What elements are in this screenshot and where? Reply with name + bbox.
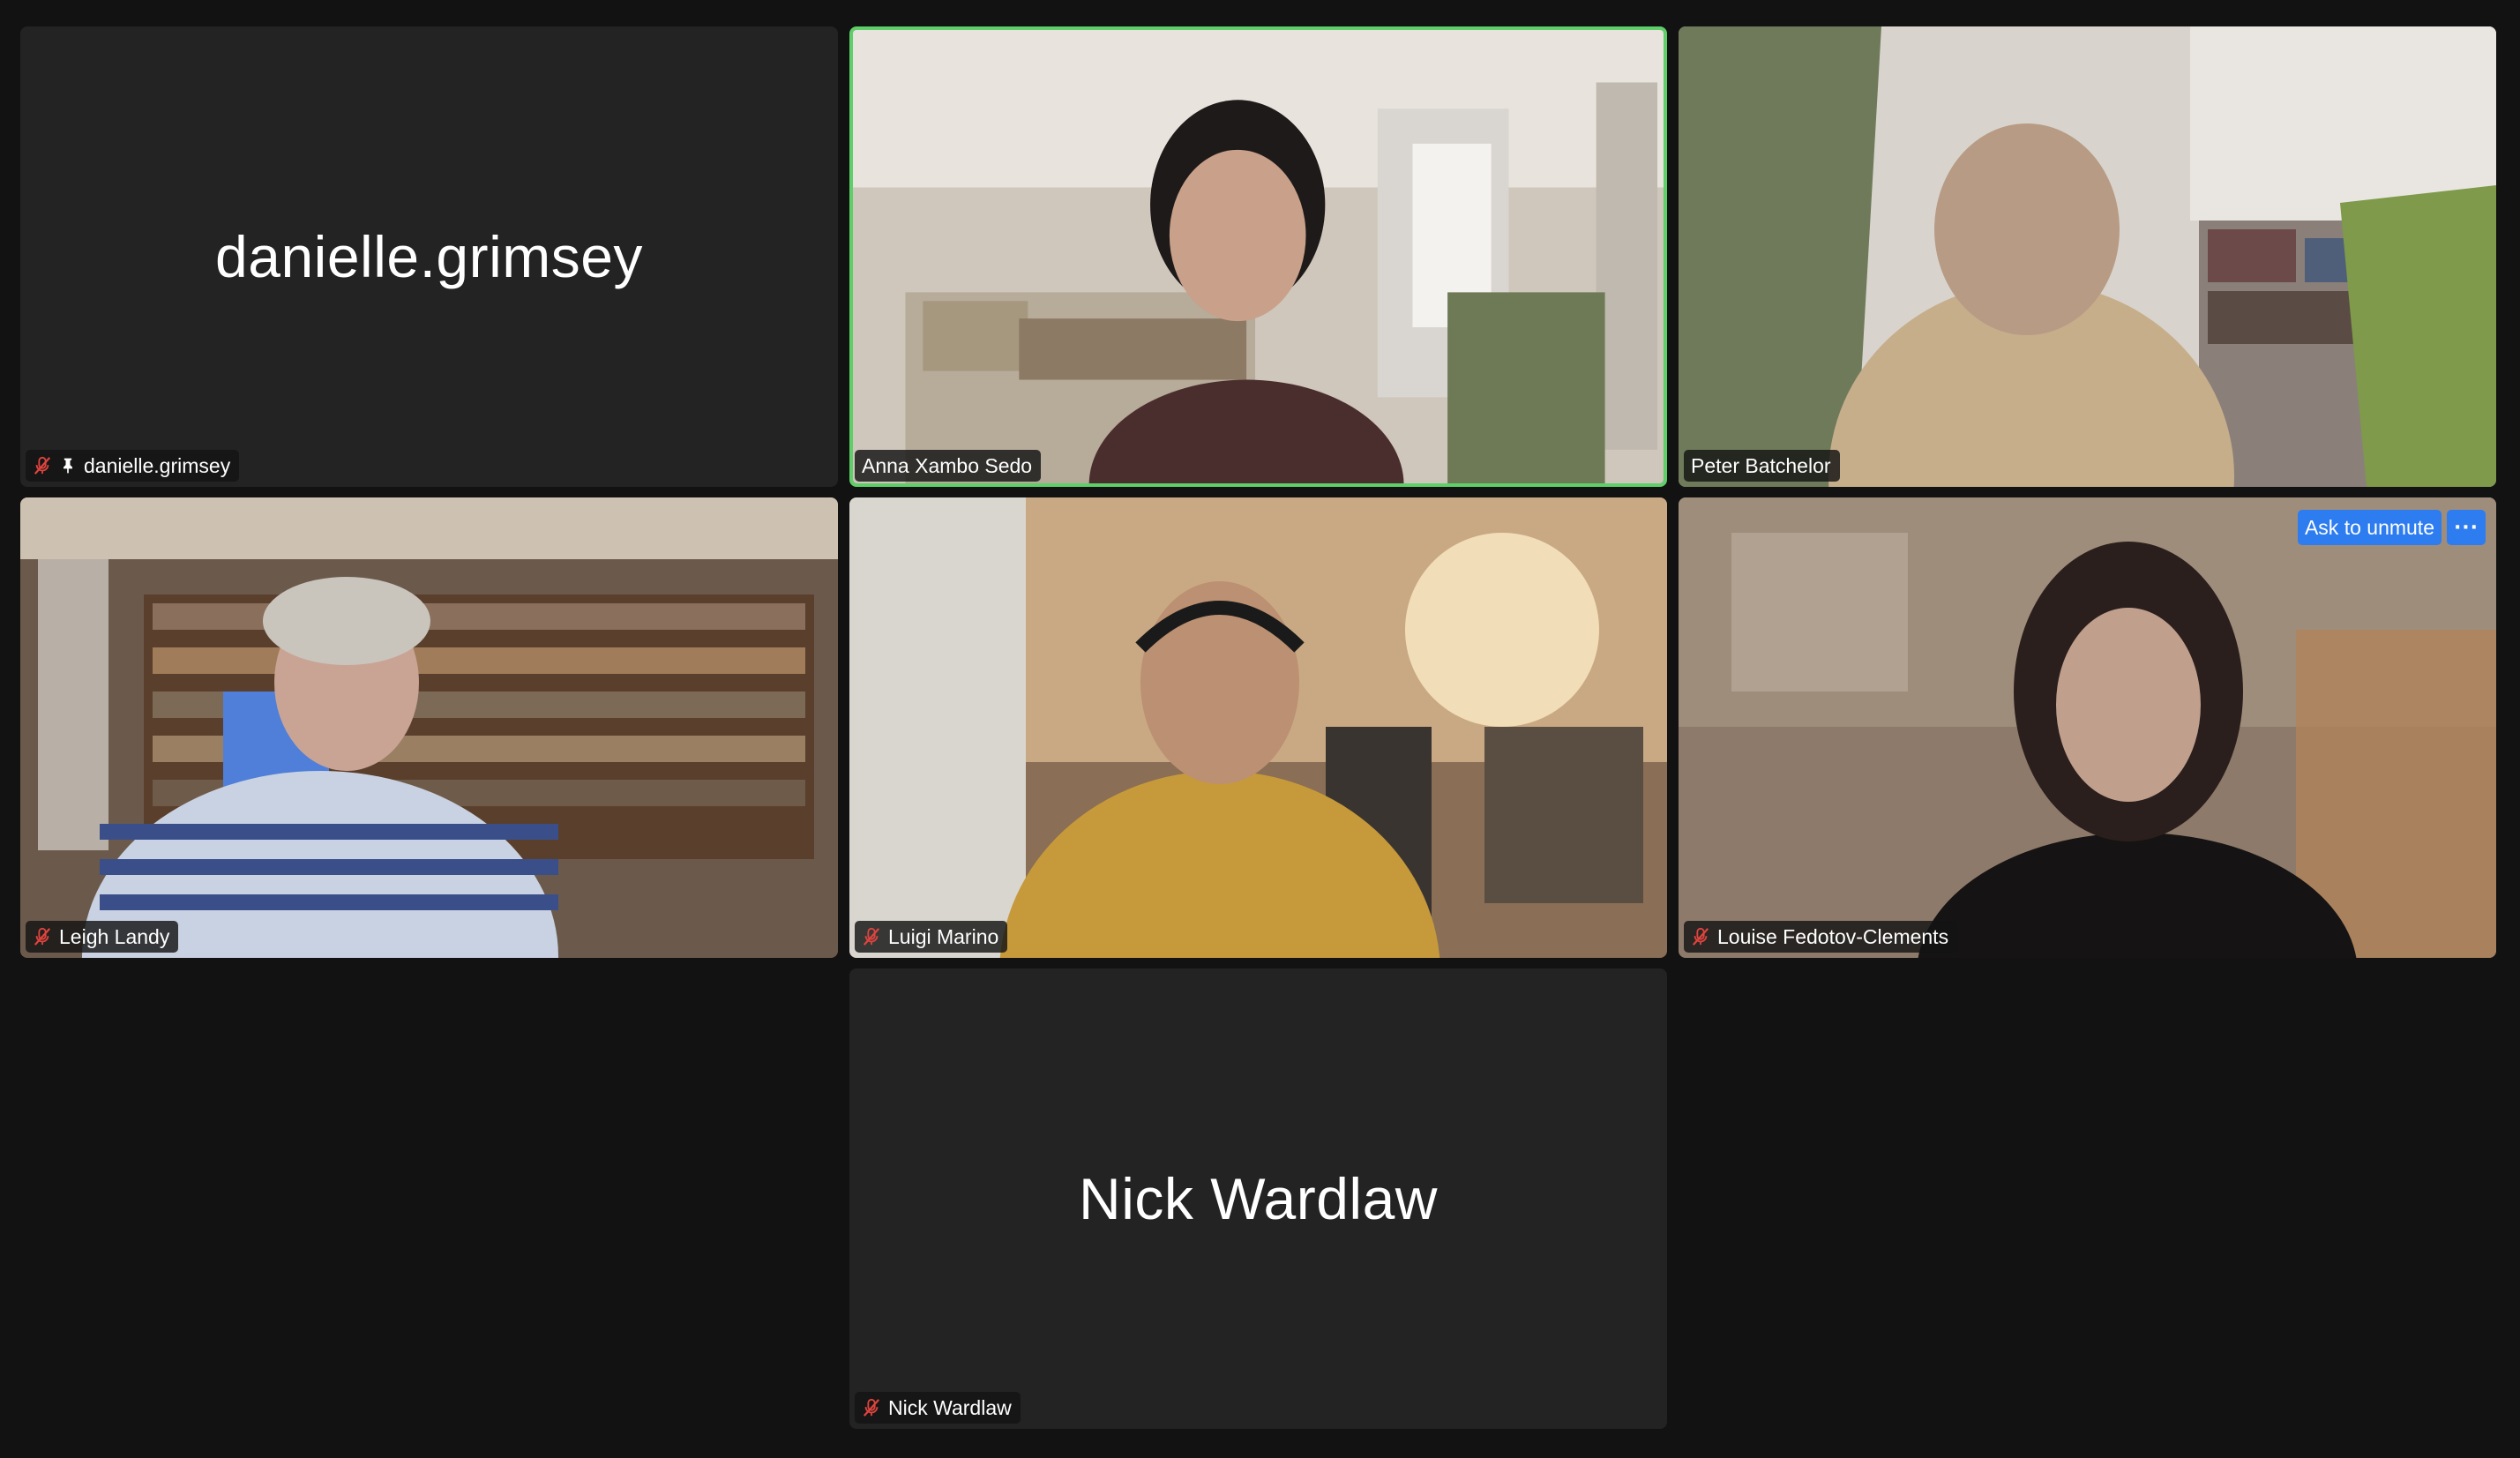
participant-name-tag: danielle.grimsey: [26, 450, 240, 482]
mic-muted-icon: [1692, 927, 1709, 946]
participant-name-tag: Anna Xambo Sedo: [855, 450, 1042, 482]
participant-name: Anna Xambo Sedo: [862, 453, 1033, 477]
ask-to-unmute-button[interactable]: Ask to unmute: [2297, 510, 2441, 545]
participant-video: [20, 497, 838, 958]
participant-name-tag: Leigh Landy: [26, 921, 179, 953]
participant-name: danielle.grimsey: [84, 453, 231, 477]
participant-video: [853, 30, 1664, 483]
participant-video: [1679, 26, 2496, 487]
participant-name-tag: Nick Wardlaw: [855, 1392, 1021, 1424]
more-options-button[interactable]: ···: [2447, 510, 2486, 545]
mic-muted-icon: [863, 927, 880, 946]
pin-icon: [64, 458, 72, 474]
participant-tile-luigi[interactable]: Luigi Marino: [849, 497, 1667, 958]
participant-name: Peter Batchelor: [1691, 453, 1831, 477]
participant-name-tag: Peter Batchelor: [1684, 450, 1840, 482]
participant-video: [849, 497, 1667, 958]
participant-display-name: Nick Wardlaw: [1079, 1166, 1438, 1231]
participant-name: Leigh Landy: [59, 924, 170, 948]
mic-muted-icon: [34, 456, 51, 475]
participant-tile-leigh[interactable]: Leigh Landy: [20, 497, 838, 958]
participant-name: Luigi Marino: [888, 924, 999, 948]
participant-tile-anna[interactable]: Anna Xambo Sedo: [849, 26, 1667, 487]
participant-tile-nick[interactable]: Nick Wardlaw Nick Wardlaw: [849, 968, 1667, 1429]
participant-tile-danielle[interactable]: danielle.grimsey danielle.grimsey: [20, 26, 838, 487]
participant-tile-louise[interactable]: Ask to unmute ··· Louise Fedotov-Clement…: [1679, 497, 2496, 958]
participant-display-name: danielle.grimsey: [215, 224, 643, 289]
participant-tile-peter[interactable]: Peter Batchelor: [1679, 26, 2496, 487]
participant-name: Nick Wardlaw: [888, 1395, 1012, 1419]
participant-video: [1679, 497, 2496, 958]
mic-muted-icon: [34, 927, 51, 946]
participant-name: Louise Fedotov-Clements: [1717, 924, 1949, 948]
participant-name-tag: Luigi Marino: [855, 921, 1008, 953]
mic-muted-icon: [863, 1398, 880, 1417]
participant-name-tag: Louise Fedotov-Clements: [1684, 921, 1958, 953]
